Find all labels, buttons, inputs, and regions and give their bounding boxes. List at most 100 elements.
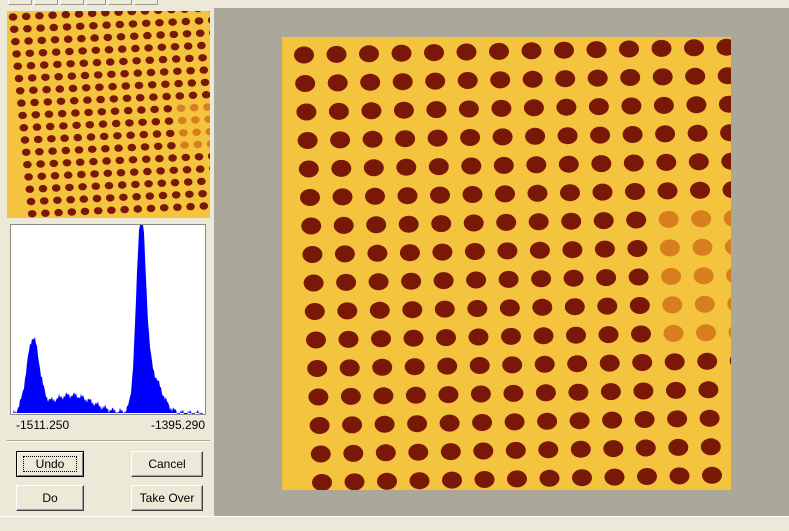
lattice-dot [305,303,325,320]
lattice-dot [502,356,522,373]
lattice-dot [53,197,62,204]
lattice-dot [300,189,320,206]
lattice-dot [147,69,156,76]
lattice-dot [336,274,356,291]
lattice-dot [23,161,32,168]
lattice-dot [41,74,50,81]
lattice-dot [51,36,60,43]
do-button[interactable]: Do [16,485,84,511]
lattice-dot [591,155,611,172]
lattice-dot [458,72,478,89]
lattice-dot [152,118,161,125]
lattice-dot [532,299,552,316]
lattice-dot [129,156,138,163]
lattice-dot [185,191,194,198]
lattice-dot [63,23,72,30]
lattice-dot [624,155,644,172]
lattice-dot [623,126,643,143]
lattice-dot [473,443,493,460]
lattice-dot [89,22,98,29]
lattice-dot [154,143,163,150]
lattice-dot [185,55,194,62]
lattice-dot [666,382,686,399]
lattice-dot [92,183,101,190]
take-over-button[interactable]: Take Over [131,485,203,511]
lattice-dot [294,47,314,64]
lattice-dot [155,155,164,162]
lattice-dot [201,79,210,86]
lattice-dot [130,168,139,175]
lattice-dot [633,383,653,400]
lattice-dot [697,353,717,370]
lattice-dot [184,42,193,49]
lattice-dot [16,87,25,94]
lattice-dot [537,413,557,430]
lattice-dot [53,61,62,68]
lattice-dot [86,121,95,128]
histogram-panel[interactable] [10,224,206,415]
lattice-dot [700,410,720,427]
lattice-dot [122,82,131,89]
lattice-dot [436,329,456,346]
lattice-dot [72,122,81,129]
lattice-dot [568,384,588,401]
lattice-dot [602,412,622,429]
lattice-dot [110,95,119,102]
lattice-dot [392,45,412,62]
lattice-dot [94,71,103,78]
cancel-button[interactable]: Cancel [131,451,203,477]
lattice-dot [377,473,397,490]
lattice-dot [41,210,50,217]
lattice-dot [375,416,395,433]
lattice-dot [94,207,103,214]
lattice-dot [192,129,201,136]
lattice-dot [626,212,646,229]
lattice-dot [438,386,458,403]
lattice-dot [635,411,655,428]
lattice-dot [167,142,176,149]
lattice-dot [534,327,554,344]
lattice-dot [529,213,549,230]
lattice-dot [131,45,140,52]
lattice-dot [134,69,143,76]
lattice-dot [306,332,326,349]
lattice-dot [106,58,115,65]
lattice-dot [111,108,120,115]
lattice-dot [74,134,83,141]
lattice-dot [630,297,650,314]
lattice-dot [32,111,41,118]
lattice-dot [166,130,175,137]
lattice-dot [590,127,610,144]
lattice-dot [588,70,608,87]
lattice-dot [112,120,121,127]
lattice-dot [367,245,387,262]
lattice-dot [342,416,362,433]
lattice-dot [140,131,149,138]
lattice-dot [434,272,454,289]
lattice-dot [653,68,673,85]
lattice-dot [158,44,167,51]
lattice-dot [146,57,155,64]
lattice-dot [176,92,185,99]
lattice-dot [182,154,191,161]
lattice-dot [424,44,444,61]
lattice-dot [522,42,542,59]
lattice-dot [119,58,128,65]
lattice-dot [200,66,209,73]
lattice-dot [507,470,527,487]
lattice-dot [23,25,32,32]
lattice-dot [426,101,446,118]
thumbnail-preview[interactable] [7,11,210,218]
lattice-dot [95,84,104,91]
lattice-dot [164,105,173,112]
lattice-dot [47,135,56,142]
main-scan-image[interactable] [282,37,731,490]
lattice-dot [490,71,510,88]
lattice-dot [68,208,77,215]
lattice-dot [621,98,641,115]
lattice-dot [526,156,546,173]
lattice-dot [595,241,615,258]
undo-button[interactable]: Undo [16,451,84,477]
lattice-dot [340,359,360,376]
lattice-dot [36,24,45,31]
